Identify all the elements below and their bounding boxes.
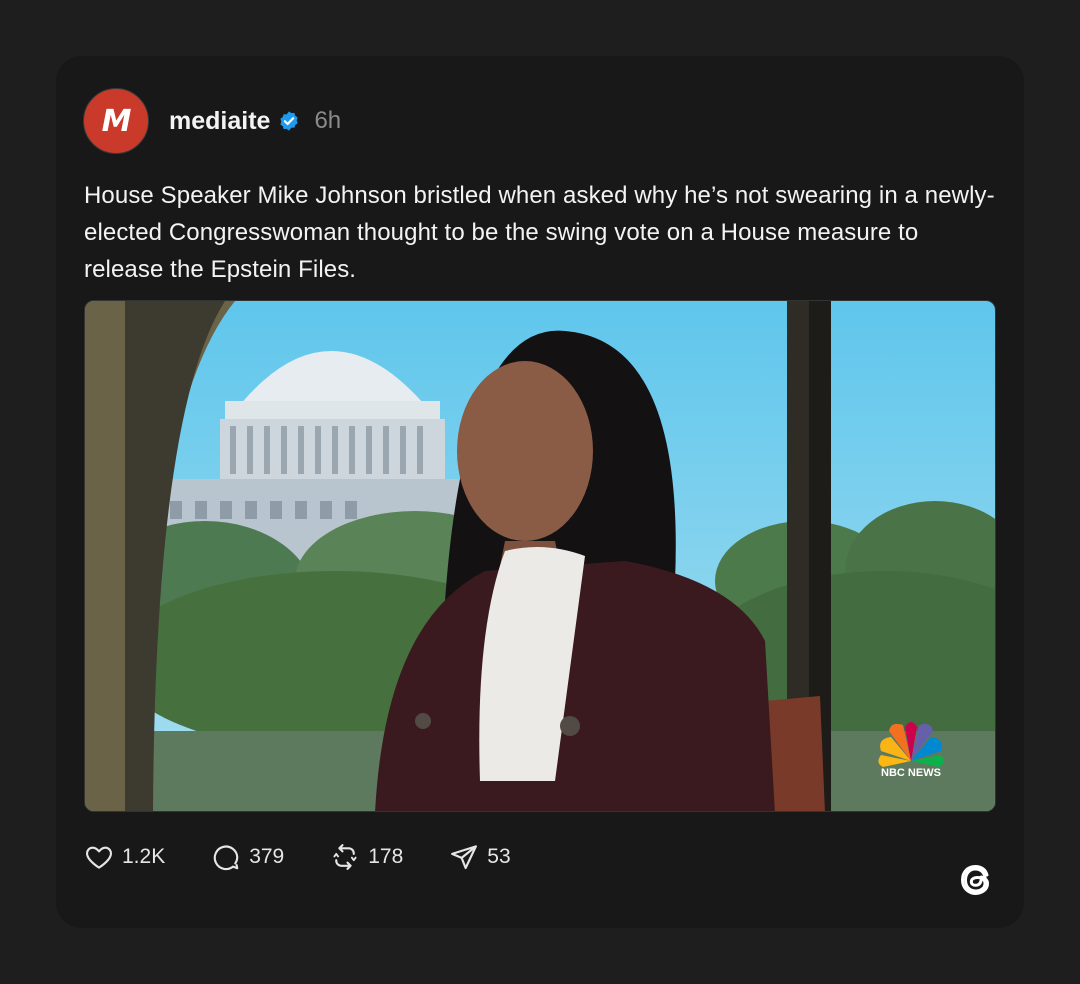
like-button[interactable]: 1.2K	[84, 842, 165, 872]
comment-bubble-icon	[213, 845, 239, 871]
avatar[interactable]: M	[83, 88, 149, 154]
nbc-news-watermark: NBC NEWS	[881, 767, 941, 779]
post-video-thumbnail[interactable]: NBC NEWS	[84, 300, 996, 812]
post-action-bar: 1.2K 379 178 53	[84, 842, 557, 872]
repost-button[interactable]: 178	[330, 842, 403, 872]
reply-button[interactable]: 379	[211, 842, 284, 872]
reply-count: 379	[249, 845, 285, 868]
threads-logo-icon[interactable]	[958, 860, 994, 900]
repost-icon	[333, 844, 357, 870]
share-count: 53	[487, 845, 511, 868]
share-button[interactable]: 53	[449, 842, 511, 872]
repost-count: 178	[368, 845, 404, 868]
like-count: 1.2K	[122, 845, 166, 868]
post-card[interactable]: M mediaite 6h House Speaker Mike Johnson…	[56, 56, 1024, 928]
avatar-logo-letter: M	[101, 103, 132, 139]
post-body-text: House Speaker Mike Johnson bristled when…	[84, 182, 995, 283]
heart-icon	[86, 846, 112, 869]
post-header: M mediaite 6h	[83, 88, 341, 154]
post-timestamp: 6h	[314, 107, 342, 134]
send-icon	[451, 845, 478, 870]
username-link[interactable]: mediaite	[169, 107, 270, 136]
verified-badge-icon	[278, 110, 300, 132]
